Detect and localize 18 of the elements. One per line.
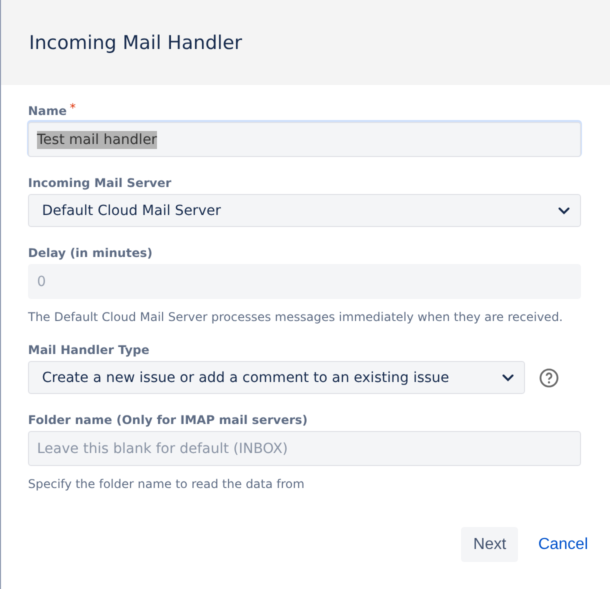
cancel-link[interactable]: Cancel — [526, 527, 600, 562]
field-label: Mail Handler Type — [28, 342, 150, 358]
chevron-down-icon — [502, 374, 514, 382]
chevron-down-icon — [558, 206, 570, 214]
field-label: Folder name (Only for IMAP mail servers) — [28, 412, 308, 428]
field-label: Name — [28, 103, 67, 119]
dialog-title: Incoming Mail Handler — [29, 32, 242, 54]
text-field[interactable]: Leave this blank for default (INBOX) — [28, 431, 581, 466]
help-icon[interactable] — [539, 368, 559, 388]
field-label: Delay (in minutes) — [28, 245, 152, 261]
help-text: The Default Cloud Mail Server processes messages immediately when they are received. — [28, 310, 564, 324]
required-mark: * — [70, 103, 76, 113]
next-button[interactable]: Next — [461, 527, 518, 562]
text-field[interactable]: Test mail handler — [28, 122, 581, 157]
select-dropdown[interactable]: Create a new issue or add a comment to an existing issue — [28, 361, 525, 394]
select-dropdown[interactable]: Default Cloud Mail Server — [28, 194, 581, 227]
help-text: Specify the folder name to read the data from — [28, 477, 306, 491]
field-label: Incoming Mail Server — [28, 175, 172, 191]
